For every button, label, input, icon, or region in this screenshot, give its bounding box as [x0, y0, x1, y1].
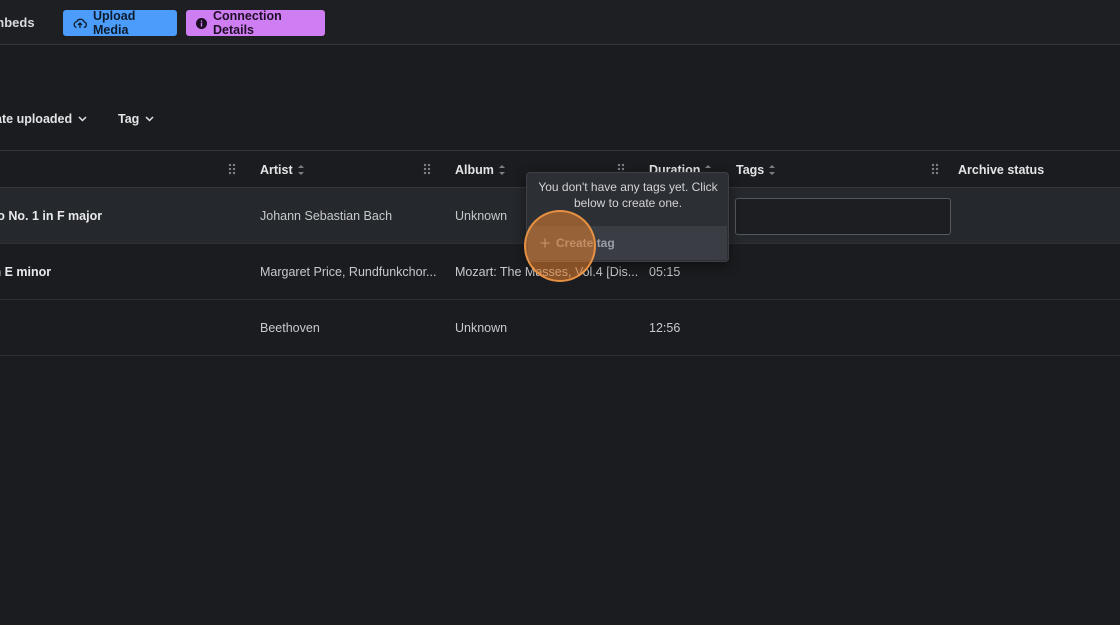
connection-details-button[interactable]: Connection Details: [186, 9, 325, 37]
cell-duration: 05:15: [649, 265, 681, 279]
sort-icon: [297, 165, 304, 175]
tag-popover: You don't have any tags yet. Click below…: [526, 172, 729, 262]
cell-title: Concerto No. 1 in F major: [0, 209, 103, 223]
filter-date-uploaded-label: Date uploaded: [0, 112, 73, 126]
cell-title: in E minor: [0, 265, 52, 279]
connection-details-label: Connection Details: [213, 9, 282, 37]
cell-artist: Margaret Price, Rundfunkchor...: [260, 265, 437, 279]
cell-artist: Johann Sebastian Bach: [260, 209, 393, 223]
column-drag-handle-icon[interactable]: [228, 163, 236, 175]
upload-media-label: Upload Media: [93, 9, 136, 37]
filter-tag[interactable]: Tag: [118, 112, 154, 126]
column-header-tags[interactable]: Tags: [736, 163, 776, 177]
info-circle-icon: [196, 17, 207, 29]
tag-search-input[interactable]: [735, 198, 951, 235]
column-header-album[interactable]: Album: [455, 163, 505, 177]
upload-media-button[interactable]: Upload Media: [63, 9, 177, 37]
create-tag-label: Create tag: [556, 236, 615, 250]
cell-artist: Beethoven: [260, 321, 320, 335]
column-drag-handle-icon[interactable]: [423, 163, 431, 175]
cell-duration: 12:56: [649, 321, 681, 335]
column-header-artist[interactable]: Artist: [260, 163, 304, 177]
table-row[interactable]: Beethoven Unknown 12:56: [0, 300, 1120, 356]
chevron-down-icon: [78, 116, 87, 122]
sort-icon: [498, 165, 505, 175]
cloud-upload-icon: [73, 17, 87, 29]
cell-album: Unknown: [455, 321, 508, 335]
create-tag-button[interactable]: Create tag: [528, 226, 727, 260]
column-header-archive-status[interactable]: Archive status: [958, 163, 1044, 177]
chevron-down-icon: [145, 116, 154, 122]
cell-album: Mozart: The Masses, Vol.4 [Dis...: [455, 265, 639, 279]
filter-tag-label: Tag: [118, 112, 140, 126]
column-drag-handle-icon[interactable]: [931, 163, 939, 175]
sort-icon: [769, 165, 776, 175]
top-bar: Embeds Upload Media Connection Details: [0, 0, 1120, 45]
filter-date-uploaded[interactable]: Date uploaded: [0, 112, 97, 126]
nav-embeds[interactable]: Embeds: [0, 15, 49, 30]
plus-icon: [540, 238, 550, 248]
empty-tags-message: You don't have any tags yet. Click below…: [538, 180, 718, 210]
cell-album: Unknown: [455, 209, 508, 223]
